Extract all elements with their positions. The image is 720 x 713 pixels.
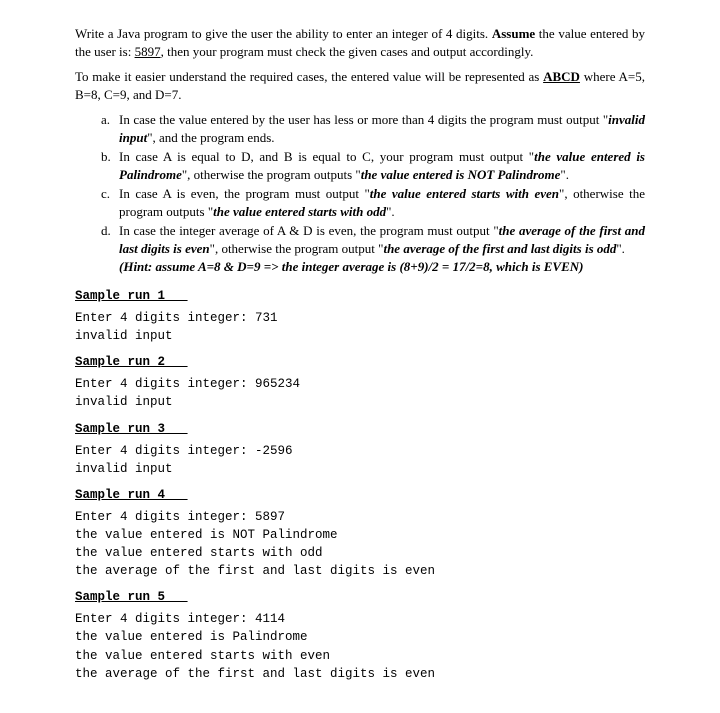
intro-assume: Assume xyxy=(492,26,535,41)
item-body: In case the integer average of A & D is … xyxy=(119,222,645,275)
sample-run-1-heading: Sample run 1 xyxy=(75,289,645,303)
quoted-output: the value entered starts with odd xyxy=(213,204,386,219)
intro-text: , then your program must check the given… xyxy=(161,44,534,59)
quoted-output: the average of the first and last digits… xyxy=(383,241,616,256)
sample-run-4-heading: Sample run 4 xyxy=(75,488,645,502)
requirements-list: a. In case the value entered by the user… xyxy=(101,111,645,275)
list-item-b: b. In case A is equal to D, and B is equ… xyxy=(101,148,645,183)
item-text: ". xyxy=(616,241,625,256)
abcd-label: ABCD xyxy=(543,69,580,84)
sample-run-5-body: Enter 4 digits integer: 4114 the value e… xyxy=(75,610,645,683)
item-label: c. xyxy=(101,185,119,220)
intro-text: To make it easier understand the require… xyxy=(75,69,543,84)
list-item-c: c. In case A is even, the program must o… xyxy=(101,185,645,220)
item-text: In case A is equal to D, and B is equal … xyxy=(119,149,534,164)
sample-run-1-body: Enter 4 digits integer: 731 invalid inpu… xyxy=(75,309,645,345)
sample-run-3-body: Enter 4 digits integer: -2596 invalid in… xyxy=(75,442,645,478)
sample-run-2-heading: Sample run 2 xyxy=(75,355,645,369)
item-body: In case A is equal to D, and B is equal … xyxy=(119,148,645,183)
intro-paragraph-2: To make it easier understand the require… xyxy=(75,68,645,103)
sample-run-2-body: Enter 4 digits integer: 965234 invalid i… xyxy=(75,375,645,411)
item-label: d. xyxy=(101,222,119,275)
item-text: ". xyxy=(386,204,395,219)
item-body: In case the value entered by the user ha… xyxy=(119,111,645,146)
item-body: In case A is even, the program must outp… xyxy=(119,185,645,220)
example-value: 5897 xyxy=(135,44,161,59)
item-text: ", and the program ends. xyxy=(147,130,274,145)
quoted-output: the value entered starts with even xyxy=(370,186,559,201)
item-text: ". xyxy=(560,167,569,182)
item-text: In case A is even, the program must outp… xyxy=(119,186,370,201)
item-text: ", otherwise the program output " xyxy=(210,241,384,256)
hint-text: (Hint: assume A=8 & D=9 => the integer a… xyxy=(119,259,584,274)
sample-run-5-heading: Sample run 5 xyxy=(75,590,645,604)
list-item-d: d. In case the integer average of A & D … xyxy=(101,222,645,275)
document-page: Write a Java program to give the user th… xyxy=(0,0,720,713)
item-text: In case the value entered by the user ha… xyxy=(119,112,608,127)
sample-run-3-heading: Sample run 3 xyxy=(75,422,645,436)
item-label: a. xyxy=(101,111,119,146)
quoted-output: the value entered is NOT Palindrome xyxy=(361,167,561,182)
intro-text: Write a Java program to give the user th… xyxy=(75,26,492,41)
item-label: b. xyxy=(101,148,119,183)
item-text: ", otherwise the program outputs " xyxy=(182,167,361,182)
item-text: In case the integer average of A & D is … xyxy=(119,223,499,238)
sample-run-4-body: Enter 4 digits integer: 5897 the value e… xyxy=(75,508,645,581)
intro-paragraph-1: Write a Java program to give the user th… xyxy=(75,25,645,60)
list-item-a: a. In case the value entered by the user… xyxy=(101,111,645,146)
